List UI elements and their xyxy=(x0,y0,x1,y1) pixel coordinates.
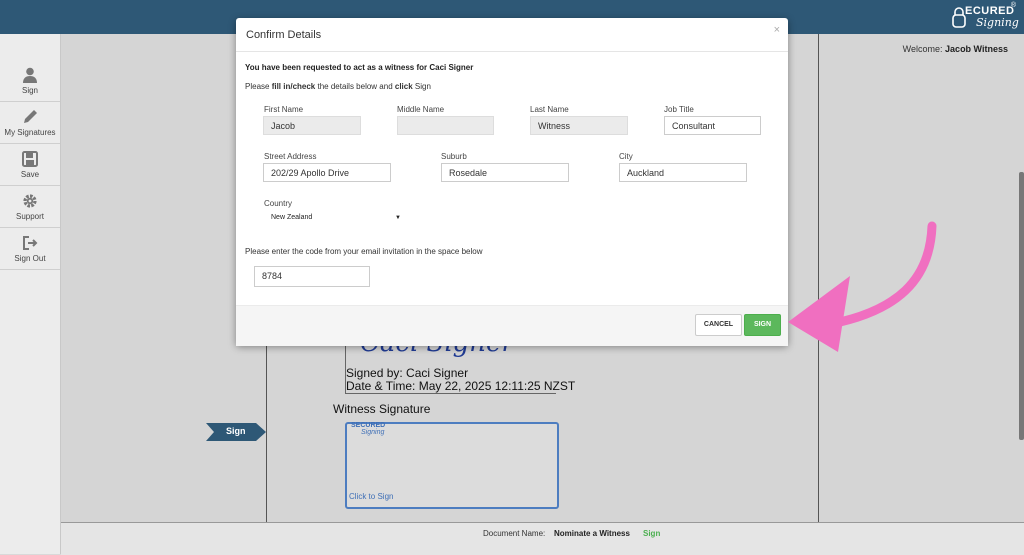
witness-logo-script: Signing xyxy=(361,429,385,436)
welcome-label: Welcome: xyxy=(902,44,943,54)
modal-footer: CANCEL SIGN xyxy=(236,305,788,346)
first-name-label: First Name xyxy=(264,105,304,114)
instruction-text: Please fill in/check the details below a… xyxy=(245,82,431,91)
signed-datetime-text: Date & Time: May 22, 2025 12:11:25 NZST xyxy=(346,379,576,393)
instruction-bold-click: click xyxy=(394,82,413,91)
witness-signature-field[interactable]: SECURED Signing Click to Sign xyxy=(345,422,559,509)
pencil-icon xyxy=(24,110,37,123)
cancel-button[interactable]: CANCEL xyxy=(695,314,742,336)
sidebar-item-my-signatures[interactable]: My Signatures xyxy=(0,102,60,144)
modal-header: Confirm Details × xyxy=(236,18,788,52)
sign-tag-label: Sign xyxy=(226,426,246,436)
sidebar-item-sign-out[interactable]: Sign Out xyxy=(0,228,60,270)
code-instruction-text: Please enter the code from your email in… xyxy=(245,247,483,256)
pointer-arrow-icon xyxy=(788,221,937,352)
country-select[interactable]: New Zealand ▼ xyxy=(271,214,401,221)
welcome-user: Jacob Witness xyxy=(945,44,1008,54)
scrollbar[interactable] xyxy=(1019,172,1024,440)
modal-title: Confirm Details xyxy=(246,29,322,41)
last-name-field[interactable]: Witness xyxy=(530,116,628,135)
secured-signing-logo: ECURED Signing ® xyxy=(952,2,1019,31)
country-label: Country xyxy=(264,199,293,208)
sidebar: Sign My Signatures Save Support Sign Out xyxy=(0,34,61,554)
document-footer: Document Name: Nominate a Witness Sign xyxy=(61,522,1024,555)
street-address-label: Street Address xyxy=(264,152,317,161)
instruction-bold-fill: fill in/check xyxy=(271,82,316,91)
witness-request-text: You have been requested to act as a witn… xyxy=(245,63,474,72)
street-address-field[interactable]: 202/29 Apollo Drive xyxy=(263,163,391,182)
signed-by-text: Signed by: Caci Signer xyxy=(346,366,469,380)
sidebar-item-support[interactable]: Support xyxy=(0,186,60,228)
logo-script: Signing xyxy=(976,16,1019,29)
suburb-field[interactable]: Rosedale xyxy=(441,163,569,182)
welcome-text: Welcome: Jacob Witness xyxy=(903,44,1008,54)
sign-here-tag[interactable]: Sign xyxy=(206,423,266,441)
save-icon xyxy=(22,151,38,167)
last-name-label: Last Name xyxy=(530,105,569,114)
sidebar-item-save[interactable]: Save xyxy=(0,144,60,186)
lock-icon xyxy=(952,7,966,28)
gear-icon xyxy=(23,194,37,208)
sidebar-item-label: Save xyxy=(20,170,40,179)
document-name-label: Document Name: xyxy=(483,529,546,538)
chevron-down-icon: ▼ xyxy=(395,215,401,221)
user-icon xyxy=(23,67,37,83)
middle-name-field[interactable] xyxy=(397,116,494,135)
sidebar-item-label: Sign xyxy=(21,86,38,95)
instruction-prefix: Please xyxy=(245,82,272,91)
suburb-label: Suburb xyxy=(441,152,467,161)
witness-logo-word: SECURED xyxy=(351,422,386,429)
sidebar-item-label: Sign Out xyxy=(14,254,46,263)
document-action-link[interactable]: Sign xyxy=(643,529,660,538)
sidebar-item-label: Support xyxy=(15,212,45,221)
witness-signature-title: Witness Signature xyxy=(333,402,431,416)
document-name-value: Nominate a Witness xyxy=(554,529,630,538)
country-select-value: New Zealand xyxy=(271,214,313,221)
city-label: City xyxy=(619,152,633,161)
click-to-sign-label: Click to Sign xyxy=(349,492,394,501)
sidebar-item-sign[interactable]: Sign xyxy=(0,60,60,102)
first-name-field[interactable]: Jacob xyxy=(263,116,361,135)
sidebar-item-label: My Signatures xyxy=(4,128,56,137)
sign-button[interactable]: SIGN xyxy=(744,314,781,336)
instruction-suffix: Sign xyxy=(412,82,431,91)
middle-name-label: Middle Name xyxy=(397,105,445,114)
logo-registered: ® xyxy=(1010,2,1016,9)
invitation-code-field[interactable]: 8784 xyxy=(254,266,370,287)
instruction-middle: the details below and xyxy=(315,82,395,91)
close-icon[interactable]: × xyxy=(774,24,780,36)
sign-out-icon xyxy=(23,236,38,250)
city-field[interactable]: Auckland xyxy=(619,163,747,182)
job-title-label: Job Title xyxy=(664,105,694,114)
job-title-field[interactable]: Consultant xyxy=(664,116,761,135)
confirm-details-modal: Confirm Details × You have been requeste… xyxy=(236,18,788,346)
